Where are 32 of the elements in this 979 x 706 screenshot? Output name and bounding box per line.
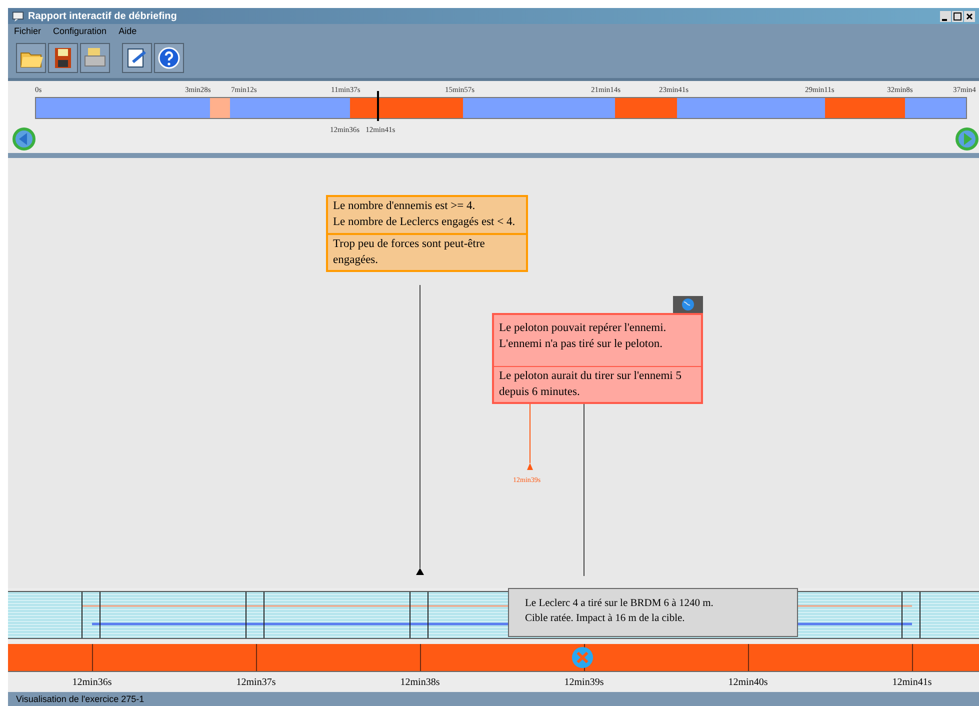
condition-text: Le nombre de Leclercs engagés est < 4. bbox=[333, 214, 516, 230]
print-button[interactable] bbox=[80, 43, 110, 73]
open-folder-button[interactable] bbox=[16, 43, 46, 73]
app-icon bbox=[12, 10, 24, 22]
status-text: Visualisation de l'exercice 275-1 bbox=[16, 694, 144, 704]
tooltip-text: Le Leclerc 4 a tiré sur le BRDM 6 à 1240 m. bbox=[525, 597, 714, 611]
conclusion-text: Le peloton aurait du tirer sur l'ennemi 5 depuis 6 minutes. bbox=[494, 366, 701, 402]
notepad-pencil-icon bbox=[125, 46, 149, 70]
condition-text: Le peloton pouvait repérer l'ennemi. bbox=[499, 321, 668, 336]
rule-card[interactable]: Le nombre d'ennemis est >= 4. Le nombre de Leclercs engagés est < 4. Trop peu de forces sont peut-être engagées. bbox=[326, 195, 528, 272]
time-axis-label: 12min38s bbox=[400, 676, 440, 688]
menu-item[interactable]: Fichier bbox=[14, 26, 42, 36]
menu-item[interactable]: Aide bbox=[118, 26, 137, 36]
time-axis-label: 12min37s bbox=[236, 676, 276, 688]
conclusion-text: Trop peu de forces sont peut-être engagées. bbox=[328, 233, 526, 270]
window-title: Rapport interactif de débriefing bbox=[28, 10, 178, 22]
time-axis-label: 12min40s bbox=[728, 676, 768, 688]
maximize-icon[interactable] bbox=[952, 10, 963, 22]
tooltip-text: Cible ratée. Impact à 16 m de la cible. bbox=[525, 612, 686, 626]
help-button[interactable] bbox=[154, 43, 184, 73]
menu-item[interactable]: Configuration bbox=[53, 26, 107, 36]
rule-card[interactable]: Le peloton pouvait repérer l'ennemi. L'ennemi n'a pas tiré sur le peloton. Le peloton aurait du tirer sur l'ennemi 5 depuis 6 minutes. bbox=[492, 313, 703, 404]
edit-button[interactable] bbox=[122, 43, 152, 73]
time-axis-label: 12min36s bbox=[72, 676, 112, 688]
save-button[interactable] bbox=[48, 43, 78, 73]
help-icon bbox=[157, 46, 181, 70]
close-icon[interactable] bbox=[964, 10, 975, 22]
condition-text: L'ennemi n'a pas tiré sur le peloton. bbox=[499, 336, 664, 352]
time-axis-label: 12min39s bbox=[564, 676, 604, 688]
condition-text: Le nombre d'ennemis est >= 4. bbox=[333, 199, 476, 214]
minimize-icon[interactable] bbox=[940, 10, 951, 22]
time-axis-label: 12min41s bbox=[892, 676, 932, 688]
